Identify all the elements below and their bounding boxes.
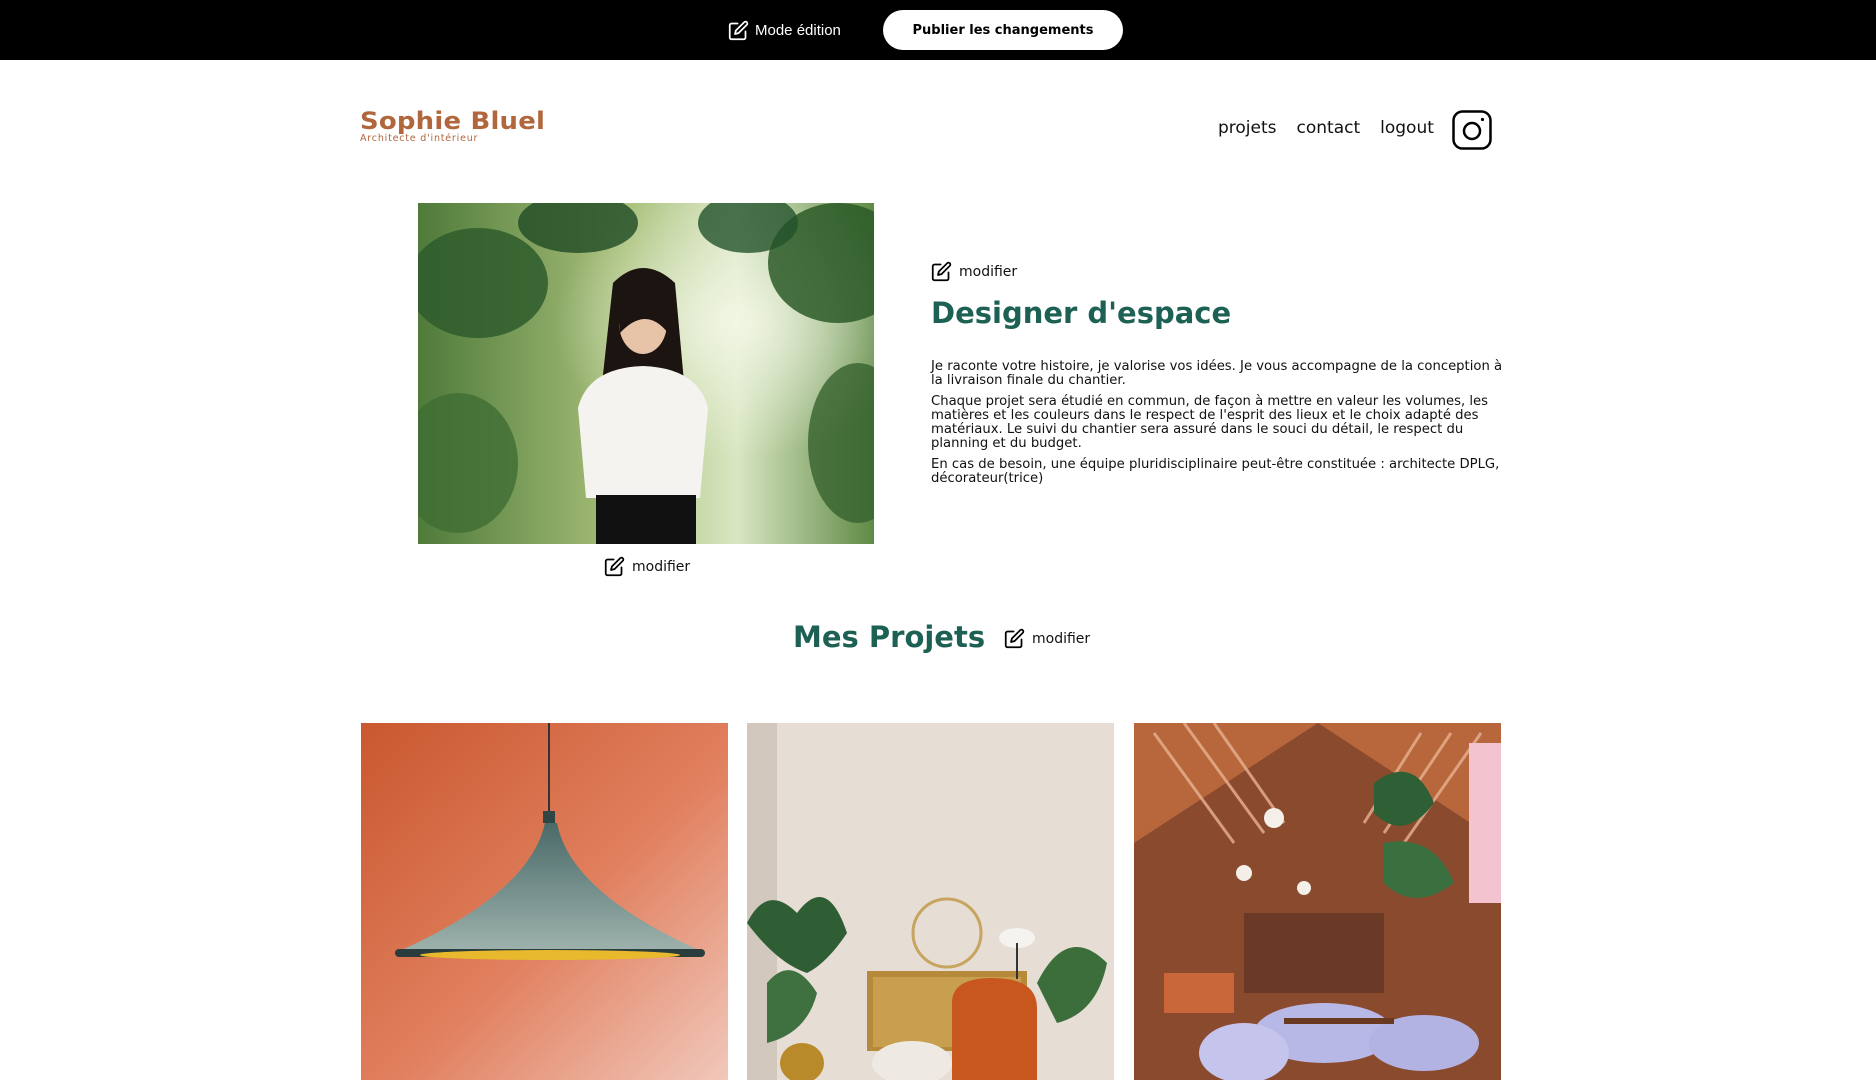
edit-icon <box>931 261 952 282</box>
edit-mode-label: Mode édition <box>755 21 841 39</box>
intro-paragraph: Je raconte votre histoire, je valorise v… <box>931 359 1503 388</box>
intro-description: Je raconte votre histoire, je valorise v… <box>931 360 1504 493</box>
project-image-living-room[interactable] <box>747 723 1114 1080</box>
edit-mode-indicator[interactable]: Mode édition <box>728 19 841 41</box>
architect-portrait-image <box>418 203 874 544</box>
intro-paragraph: Chaque projet sera étudié en commun, de … <box>931 394 1489 451</box>
site-logo[interactable]: Sophie Bluel Architecte d'intérieur <box>360 108 545 144</box>
modifier-label: modifier <box>632 558 691 575</box>
projects-modifier-button[interactable]: modifier <box>1004 628 1090 649</box>
publish-changes-button[interactable]: Publier les changements <box>883 10 1123 50</box>
intro-modifier-button[interactable]: modifier <box>931 261 1017 282</box>
logo-title: Sophie Bluel <box>360 107 546 135</box>
portrait-modifier-button[interactable]: modifier <box>604 556 690 577</box>
nav-link-projets[interactable]: projets <box>1218 118 1277 138</box>
nav-link-logout[interactable]: logout <box>1380 118 1434 138</box>
nav-link-contact[interactable]: contact <box>1297 118 1361 138</box>
projects-title: Mes Projets <box>793 620 986 654</box>
edit-icon <box>1004 628 1025 649</box>
edit-icon <box>604 556 625 577</box>
modifier-label: modifier <box>959 263 1018 280</box>
edit-mode-bar: Mode édition Publier les changements <box>0 0 1876 60</box>
edit-icon <box>728 20 749 40</box>
intro-paragraph: En cas de besoin, une équipe pluridiscip… <box>931 457 1500 486</box>
project-image-pendant-lamp[interactable] <box>361 723 728 1080</box>
intro-title: Designer d'espace <box>931 296 1232 330</box>
main-nav: projets contact logout <box>1218 118 1434 138</box>
project-image-restaurant[interactable] <box>1134 723 1501 1080</box>
instagram-icon[interactable] <box>1452 110 1492 150</box>
modifier-label: modifier <box>1032 630 1091 647</box>
